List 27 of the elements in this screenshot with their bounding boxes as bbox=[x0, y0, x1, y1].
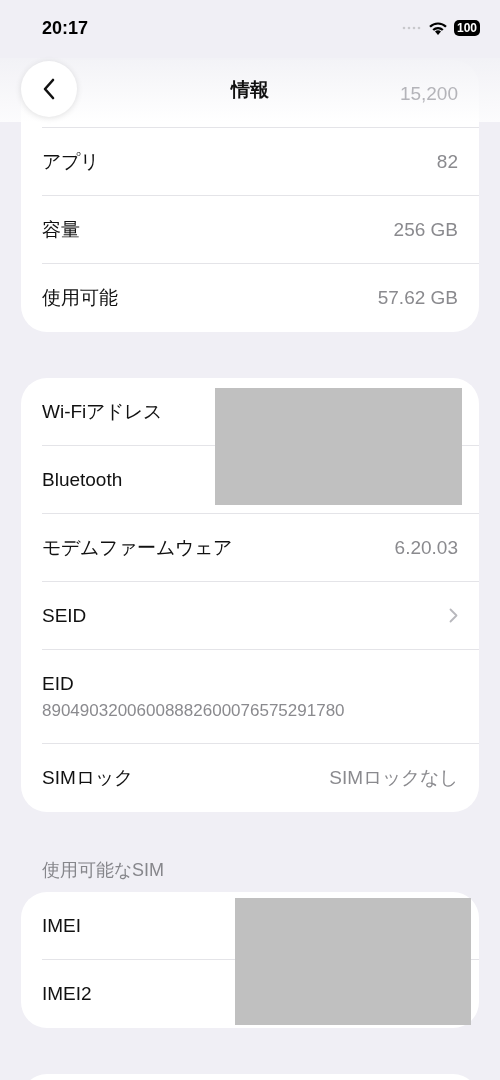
battery-level: 100 bbox=[453, 20, 480, 36]
row-label: EID bbox=[42, 672, 75, 695]
status-time: 20:17 bbox=[42, 17, 89, 39]
row-label: Wi-Fiアドレス bbox=[42, 399, 163, 424]
row-label: 使用可能 bbox=[42, 286, 118, 310]
row-label: IMEI bbox=[42, 914, 82, 937]
row-value: SIMロックなし bbox=[329, 766, 458, 790]
row-value: 15,200 bbox=[399, 82, 458, 105]
wifi-icon bbox=[427, 20, 448, 36]
section-header: 使用可能なSIM bbox=[41, 859, 165, 882]
row-label: IMEI2 bbox=[42, 983, 92, 1005]
chevron-left-icon bbox=[42, 78, 56, 100]
back-button[interactable] bbox=[21, 61, 77, 117]
row-value: 89049032006008882600076575291780 bbox=[42, 700, 345, 721]
row-value: 6.20.03 bbox=[394, 536, 458, 559]
cellular-signal-icon bbox=[401, 26, 422, 30]
nav-title: 情報 bbox=[231, 78, 269, 102]
row-label: アプリ bbox=[42, 149, 99, 174]
chevron-right-icon[interactable] bbox=[449, 608, 458, 623]
row-value: 256 GB bbox=[393, 218, 458, 241]
row-value: 82 bbox=[436, 150, 458, 173]
row-label: SIMロック bbox=[42, 766, 133, 790]
row-label: SEID bbox=[42, 604, 87, 627]
row-label: 容量 bbox=[42, 217, 80, 242]
row-value: 57.62 GB bbox=[377, 287, 458, 309]
row-label: Bluetooth bbox=[42, 468, 123, 491]
row-label: モデムファームウェア bbox=[42, 535, 232, 560]
